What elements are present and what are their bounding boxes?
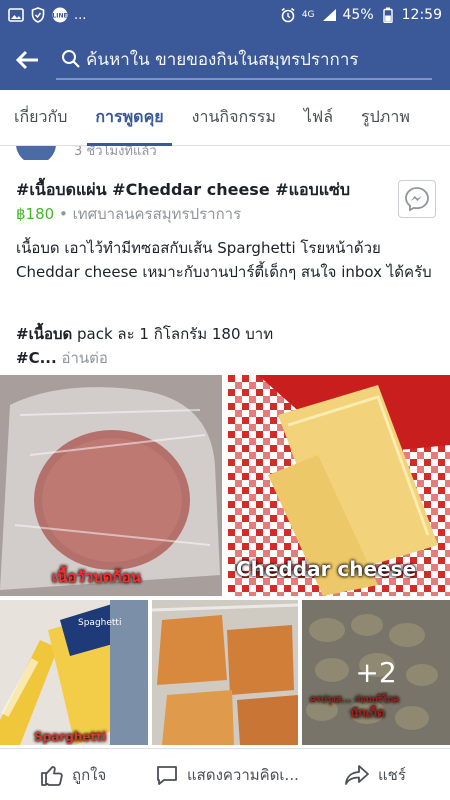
previous-post-header: 3 ชั่วโมงที่แล้ว: [0, 146, 450, 160]
ground-beef-image: [0, 375, 222, 596]
caption-spaghetti: Sparghetti: [34, 730, 107, 744]
comment-button[interactable]: แสดงความคิดเ...: [155, 763, 299, 787]
photo-spaghetti[interactable]: Spaghetti Sparghetti: [0, 600, 148, 745]
spaghetti-brand-label: Spaghetti: [78, 618, 122, 628]
post-tags: #เนื้อบด pack ละ 1 กิโลกรัม 180 บาท #C..…: [16, 322, 434, 370]
tag-beef[interactable]: #เนื้อบด: [16, 325, 72, 343]
location: • เทศบาลนครสมุทรปราการ: [54, 205, 242, 223]
gallery-icon: [8, 7, 24, 23]
more-notifications: ...: [74, 7, 87, 23]
line-app-icon: LINE: [52, 7, 68, 23]
price: ฿180: [16, 205, 55, 223]
signal-icon: [321, 7, 337, 23]
price-row: ฿180 • เทศบาลนครสมุทรปราการ: [16, 202, 241, 226]
clock: 12:59: [401, 7, 442, 23]
tab-about[interactable]: เกี่ยวกับ: [0, 90, 81, 146]
search-icon: [56, 49, 86, 69]
group-tabs: เกี่ยวกับ การพูดคุย งานกิจกรรม ไฟล์ รูปภ…: [0, 90, 450, 146]
post-title: #เนื้อบดแผ่น #Cheddar cheese #แอบแซ่บ: [16, 180, 351, 199]
share-label: แชร์: [378, 765, 406, 784]
photo-nuggets[interactable]: ครปรุงส... ก่อนบริโภค นักเก็ต +2: [302, 600, 450, 745]
shield-icon: [30, 7, 46, 23]
tab-discussion[interactable]: การพูดคุย: [81, 90, 177, 146]
search-header: ค้นหาใน ขายของกินในสมุทรปราการ: [0, 30, 450, 90]
share-button[interactable]: แชร์: [344, 763, 406, 787]
back-arrow-icon: [16, 50, 38, 70]
photo-ground-beef[interactable]: เนื้อวัวบดก้อน: [0, 375, 222, 596]
svg-text:LINE: LINE: [52, 13, 67, 20]
comment-icon: [157, 765, 177, 785]
tag-truncated[interactable]: #C...: [16, 349, 57, 367]
post-description: เนื้อบด เอาไว้ทำมีทซอสกับเส้น Sparghetti…: [16, 239, 432, 281]
thumbs-up-icon: [41, 765, 63, 786]
tab-events[interactable]: งานกิจกรรม: [178, 90, 290, 146]
like-label: ถูกใจ: [72, 765, 107, 784]
comment-label: แสดงความคิดเ...: [187, 765, 299, 784]
search-placeholder: ค้นหาใน ขายของกินในสมุทรปราการ: [86, 49, 359, 70]
messenger-icon: [405, 187, 429, 212]
alarm-icon: [280, 7, 296, 23]
post-timestamp: 3 ชั่วโมงที่แล้ว: [74, 146, 157, 159]
breaded-meat-image: [152, 600, 298, 745]
share-icon: [345, 764, 369, 785]
network-type: 4G: [301, 9, 315, 20]
battery-percent: 45%: [342, 7, 374, 23]
status-bar: LINE ... 4G 45% 12:59: [0, 0, 450, 30]
more-photos-overlay[interactable]: +2: [302, 600, 450, 745]
like-button[interactable]: ถูกใจ: [40, 763, 106, 787]
tab-files[interactable]: ไฟล์: [290, 90, 347, 146]
photo-cheddar-cheese[interactable]: Cheddar cheese: [228, 375, 450, 596]
back-button[interactable]: [0, 30, 56, 90]
spaghetti-image: [0, 600, 148, 745]
battery-icon: [380, 7, 396, 23]
tag-detail: pack ละ 1 กิโลกรัม 180 บาท: [72, 325, 274, 343]
caption-beef: เนื้อวัวบดก้อน: [52, 568, 141, 586]
message-seller-button[interactable]: [398, 180, 436, 218]
tab-photos[interactable]: รูปภาพ: [347, 90, 424, 146]
post-actions: ถูกใจ แสดงความคิดเ... แชร์: [0, 748, 450, 800]
caption-cheese: Cheddar cheese: [236, 557, 417, 581]
avatar[interactable]: [16, 146, 56, 160]
search-field[interactable]: ค้นหาใน ขายของกินในสมุทรปราการ: [56, 40, 432, 80]
photo-breaded-meat[interactable]: [152, 600, 298, 745]
read-more-link[interactable]: อ่านต่อ: [57, 349, 107, 367]
